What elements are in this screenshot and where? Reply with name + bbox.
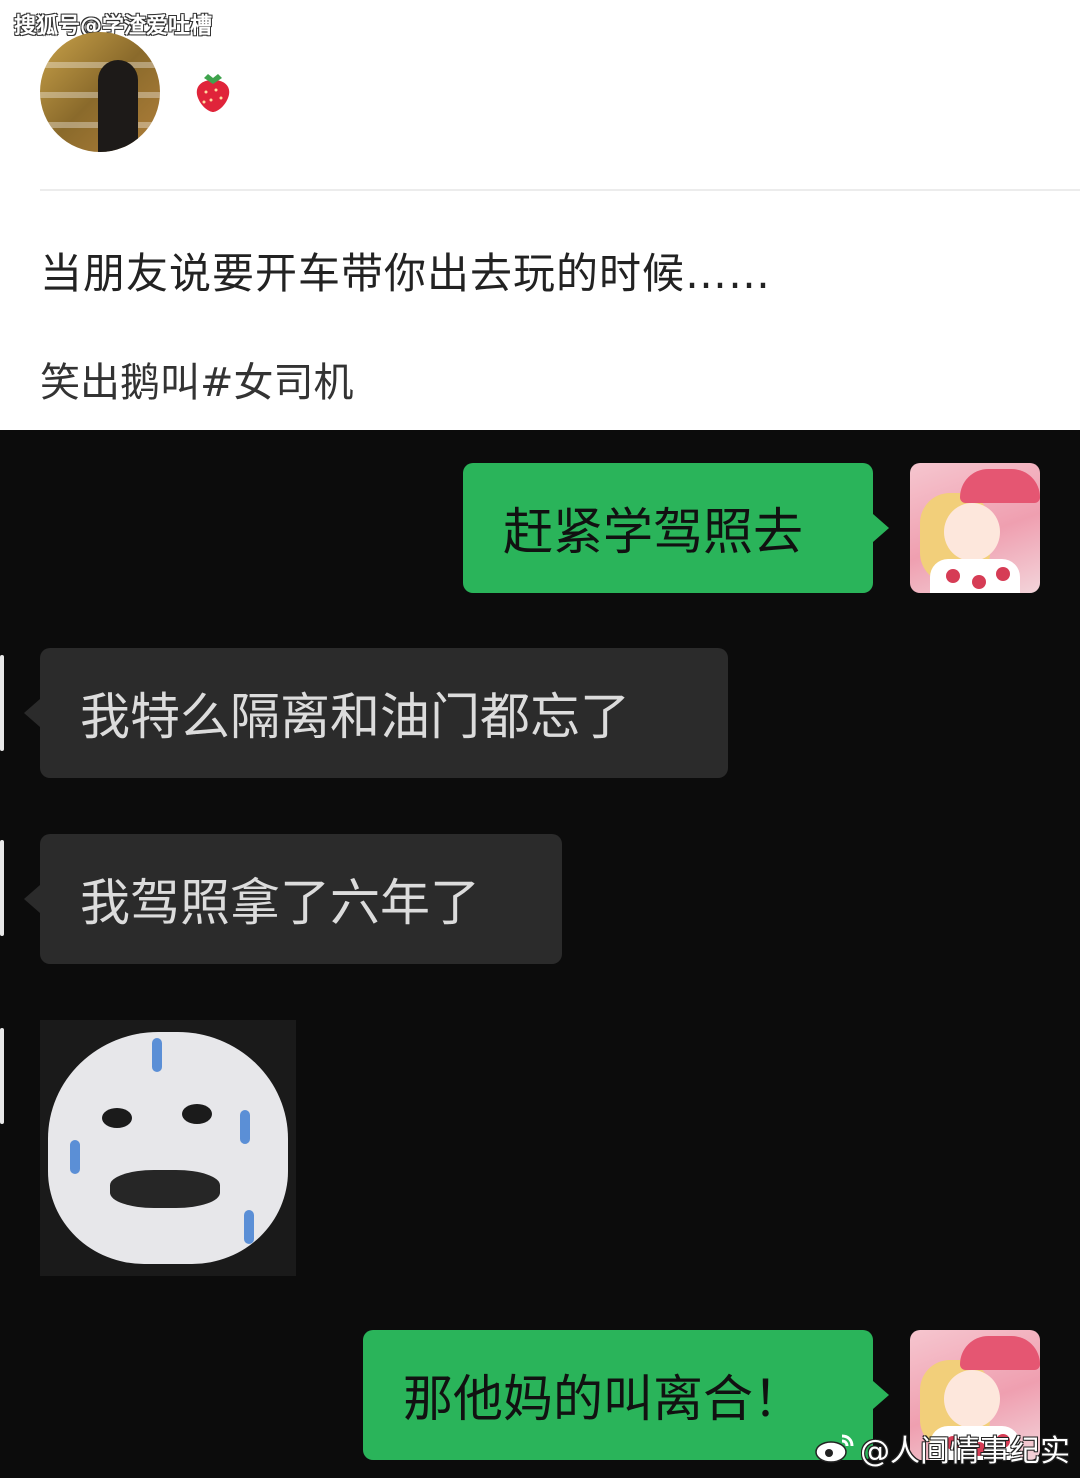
message-text: 赶紧学驾照去 [503,503,803,561]
avatar-face [944,1370,1000,1428]
sticker-eye [182,1104,212,1124]
my-avatar[interactable] [910,463,1040,593]
strawberry-icon [196,74,230,112]
chat-bubble-received[interactable]: 我驾照拿了六年了 [40,834,562,964]
avatar-hat [960,469,1040,503]
bubble-tail [873,514,889,542]
message-text: 我驾照拿了六年了 [80,874,480,932]
chat-screenshot: 赶紧学驾照去 我特么隔离和油门都忘了 我驾照拿了六年了 那他妈的叫离合！ @人间… [0,430,1080,1478]
poster-avatar[interactable] [40,32,160,152]
sticker-eye [102,1108,132,1128]
avatar-hat [960,1336,1040,1370]
watermark-text: @人间情事纪实 [860,1434,1070,1469]
bubble-tail [873,1381,889,1409]
message-text: 那他妈的叫离合！ [403,1370,803,1428]
chat-bubble-received[interactable]: 我特么隔离和油门都忘了 [40,648,728,778]
friend-avatar-edge [0,1028,4,1124]
avatar-dress [930,559,1020,593]
weibo-icon [815,1434,854,1463]
post-header: 搜狐号@学渣爱吐槽 当朋友说要开车带你出去玩的时候…… 笑出鹅叫#女司机 [0,0,1080,430]
header-divider [40,189,1080,191]
sweat-drop-icon [70,1140,80,1174]
sweat-drop-icon [152,1038,162,1072]
post-title: 当朋友说要开车带你出去玩的时候…… [40,249,772,298]
avatar-shelf [40,62,160,68]
message-text: 我特么隔离和油门都忘了 [80,688,630,746]
chat-bubble-sent[interactable]: 那他妈的叫离合！ [363,1330,873,1460]
bubble-tail [24,699,40,727]
sticker-mouth [110,1170,220,1208]
avatar-face [944,503,1000,561]
friend-avatar-edge [0,655,4,751]
post-hashtag-text[interactable]: 笑出鹅叫#女司机 [40,350,354,408]
sweating-face-sticker[interactable] [40,1020,296,1276]
bubble-tail [24,885,40,913]
chat-bubble-sent[interactable]: 赶紧学驾照去 [463,463,873,593]
friend-avatar-edge [0,840,4,936]
avatar-figure [98,60,138,152]
sweat-drop-icon [240,1110,250,1144]
sweat-drop-icon [244,1210,254,1244]
bottom-watermark: @人间情事纪实 [814,1426,1070,1470]
